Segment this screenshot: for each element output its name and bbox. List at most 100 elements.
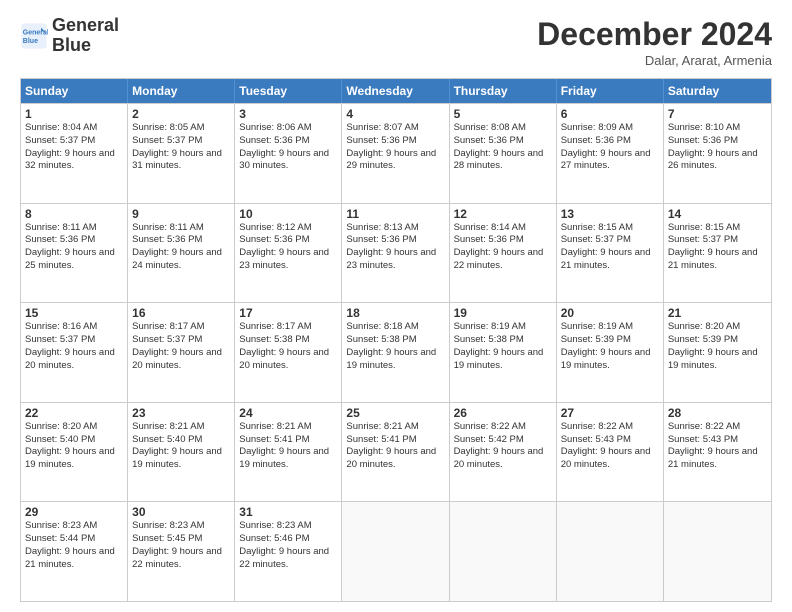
- sunset-text: Sunset: 5:41 PM: [346, 434, 444, 447]
- sunset-text: Sunset: 5:45 PM: [132, 533, 230, 546]
- sunset-text: Sunset: 5:40 PM: [25, 434, 123, 447]
- sunset-text: Sunset: 5:37 PM: [668, 234, 767, 247]
- calendar-cell: 6Sunrise: 8:09 AMSunset: 5:36 PMDaylight…: [557, 104, 664, 203]
- sunset-text: Sunset: 5:37 PM: [25, 334, 123, 347]
- calendar-cell: 24Sunrise: 8:21 AMSunset: 5:41 PMDayligh…: [235, 403, 342, 502]
- day-number: 25: [346, 406, 444, 420]
- sunset-text: Sunset: 5:36 PM: [239, 234, 337, 247]
- daylight-text: Daylight: 9 hours and 27 minutes.: [561, 148, 659, 174]
- sunset-text: Sunset: 5:37 PM: [561, 234, 659, 247]
- calendar-cell: [557, 502, 664, 601]
- day-number: 20: [561, 306, 659, 320]
- daylight-text: Daylight: 9 hours and 19 minutes.: [346, 347, 444, 373]
- calendar-row-4: 22Sunrise: 8:20 AMSunset: 5:40 PMDayligh…: [21, 402, 771, 502]
- calendar-cell: 16Sunrise: 8:17 AMSunset: 5:37 PMDayligh…: [128, 303, 235, 402]
- calendar-cell: 28Sunrise: 8:22 AMSunset: 5:43 PMDayligh…: [664, 403, 771, 502]
- calendar-cell: 1Sunrise: 8:04 AMSunset: 5:37 PMDaylight…: [21, 104, 128, 203]
- svg-text:General: General: [23, 29, 48, 36]
- calendar-cell: 19Sunrise: 8:19 AMSunset: 5:38 PMDayligh…: [450, 303, 557, 402]
- daylight-text: Daylight: 9 hours and 31 minutes.: [132, 148, 230, 174]
- calendar-cell: 12Sunrise: 8:14 AMSunset: 5:36 PMDayligh…: [450, 204, 557, 303]
- day-number: 7: [668, 107, 767, 121]
- calendar-cell: [450, 502, 557, 601]
- header-cell-wednesday: Wednesday: [342, 79, 449, 103]
- day-number: 18: [346, 306, 444, 320]
- sunset-text: Sunset: 5:37 PM: [25, 135, 123, 148]
- sunrise-text: Sunrise: 8:12 AM: [239, 222, 337, 235]
- calendar-row-5: 29Sunrise: 8:23 AMSunset: 5:44 PMDayligh…: [21, 501, 771, 601]
- daylight-text: Daylight: 9 hours and 19 minutes.: [239, 446, 337, 472]
- calendar-cell: 23Sunrise: 8:21 AMSunset: 5:40 PMDayligh…: [128, 403, 235, 502]
- calendar-cell: 4Sunrise: 8:07 AMSunset: 5:36 PMDaylight…: [342, 104, 449, 203]
- calendar-row-1: 1Sunrise: 8:04 AMSunset: 5:37 PMDaylight…: [21, 103, 771, 203]
- day-number: 24: [239, 406, 337, 420]
- sunrise-text: Sunrise: 8:15 AM: [561, 222, 659, 235]
- sunrise-text: Sunrise: 8:21 AM: [239, 421, 337, 434]
- sunset-text: Sunset: 5:36 PM: [25, 234, 123, 247]
- day-number: 21: [668, 306, 767, 320]
- sunset-text: Sunset: 5:36 PM: [454, 234, 552, 247]
- sunrise-text: Sunrise: 8:21 AM: [346, 421, 444, 434]
- calendar-cell: 21Sunrise: 8:20 AMSunset: 5:39 PMDayligh…: [664, 303, 771, 402]
- sunrise-text: Sunrise: 8:05 AM: [132, 122, 230, 135]
- logo: General Blue General Blue: [20, 16, 119, 56]
- day-number: 6: [561, 107, 659, 121]
- calendar-cell: 2Sunrise: 8:05 AMSunset: 5:37 PMDaylight…: [128, 104, 235, 203]
- calendar-cell: [664, 502, 771, 601]
- sunrise-text: Sunrise: 8:23 AM: [25, 520, 123, 533]
- logo-icon: General Blue: [20, 22, 48, 50]
- day-number: 16: [132, 306, 230, 320]
- day-number: 13: [561, 207, 659, 221]
- calendar-cell: 14Sunrise: 8:15 AMSunset: 5:37 PMDayligh…: [664, 204, 771, 303]
- sunset-text: Sunset: 5:40 PM: [132, 434, 230, 447]
- day-number: 8: [25, 207, 123, 221]
- sunset-text: Sunset: 5:43 PM: [561, 434, 659, 447]
- sunset-text: Sunset: 5:41 PM: [239, 434, 337, 447]
- day-number: 27: [561, 406, 659, 420]
- sunrise-text: Sunrise: 8:04 AM: [25, 122, 123, 135]
- calendar: SundayMondayTuesdayWednesdayThursdayFrid…: [20, 78, 772, 602]
- sunrise-text: Sunrise: 8:10 AM: [668, 122, 767, 135]
- day-number: 31: [239, 505, 337, 519]
- sunset-text: Sunset: 5:38 PM: [239, 334, 337, 347]
- sunset-text: Sunset: 5:38 PM: [346, 334, 444, 347]
- sunset-text: Sunset: 5:37 PM: [132, 334, 230, 347]
- sunset-text: Sunset: 5:36 PM: [132, 234, 230, 247]
- sunrise-text: Sunrise: 8:17 AM: [132, 321, 230, 334]
- daylight-text: Daylight: 9 hours and 21 minutes.: [25, 546, 123, 572]
- logo-text: General Blue: [52, 16, 119, 56]
- sunrise-text: Sunrise: 8:13 AM: [346, 222, 444, 235]
- calendar-cell: 20Sunrise: 8:19 AMSunset: 5:39 PMDayligh…: [557, 303, 664, 402]
- daylight-text: Daylight: 9 hours and 21 minutes.: [668, 446, 767, 472]
- calendar-header: SundayMondayTuesdayWednesdayThursdayFrid…: [21, 79, 771, 103]
- page-header: General Blue General Blue December 2024 …: [20, 16, 772, 68]
- daylight-text: Daylight: 9 hours and 30 minutes.: [239, 148, 337, 174]
- calendar-cell: 25Sunrise: 8:21 AMSunset: 5:41 PMDayligh…: [342, 403, 449, 502]
- daylight-text: Daylight: 9 hours and 32 minutes.: [25, 148, 123, 174]
- sunrise-text: Sunrise: 8:22 AM: [561, 421, 659, 434]
- calendar-cell: 11Sunrise: 8:13 AMSunset: 5:36 PMDayligh…: [342, 204, 449, 303]
- day-number: 1: [25, 107, 123, 121]
- sunrise-text: Sunrise: 8:18 AM: [346, 321, 444, 334]
- month-title: December 2024: [537, 16, 772, 53]
- sunset-text: Sunset: 5:36 PM: [239, 135, 337, 148]
- day-number: 2: [132, 107, 230, 121]
- day-number: 9: [132, 207, 230, 221]
- sunrise-text: Sunrise: 8:21 AM: [132, 421, 230, 434]
- daylight-text: Daylight: 9 hours and 22 minutes.: [132, 546, 230, 572]
- day-number: 4: [346, 107, 444, 121]
- calendar-cell: 7Sunrise: 8:10 AMSunset: 5:36 PMDaylight…: [664, 104, 771, 203]
- daylight-text: Daylight: 9 hours and 20 minutes.: [239, 347, 337, 373]
- day-number: 12: [454, 207, 552, 221]
- calendar-cell: 5Sunrise: 8:08 AMSunset: 5:36 PMDaylight…: [450, 104, 557, 203]
- daylight-text: Daylight: 9 hours and 19 minutes.: [25, 446, 123, 472]
- daylight-text: Daylight: 9 hours and 23 minutes.: [346, 247, 444, 273]
- day-number: 14: [668, 207, 767, 221]
- sunrise-text: Sunrise: 8:23 AM: [132, 520, 230, 533]
- day-number: 10: [239, 207, 337, 221]
- calendar-cell: 13Sunrise: 8:15 AMSunset: 5:37 PMDayligh…: [557, 204, 664, 303]
- sunrise-text: Sunrise: 8:09 AM: [561, 122, 659, 135]
- calendar-cell: 22Sunrise: 8:20 AMSunset: 5:40 PMDayligh…: [21, 403, 128, 502]
- title-block: December 2024 Dalar, Ararat, Armenia: [537, 16, 772, 68]
- calendar-cell: 8Sunrise: 8:11 AMSunset: 5:36 PMDaylight…: [21, 204, 128, 303]
